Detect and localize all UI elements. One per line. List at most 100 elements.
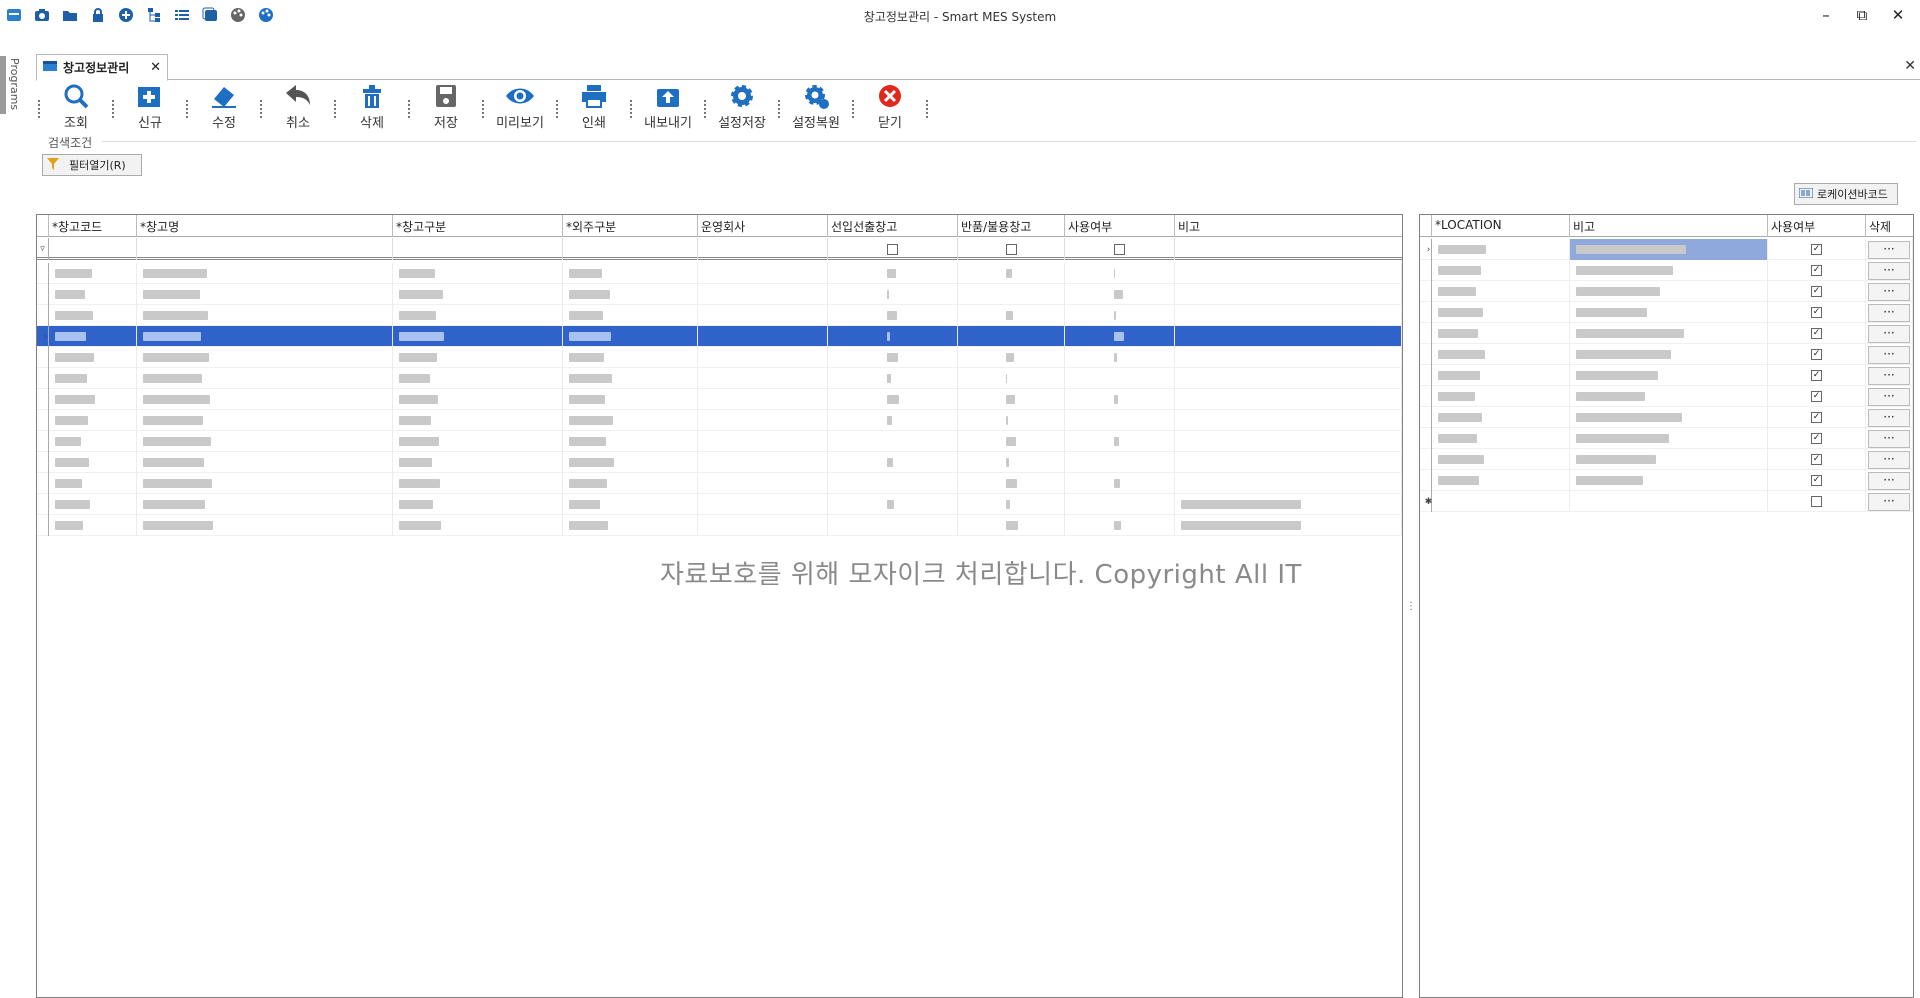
table-cell[interactable]	[137, 452, 393, 473]
filter-cell[interactable]	[698, 238, 828, 260]
table-cell[interactable]: ✓	[1768, 344, 1866, 365]
table-cell[interactable]	[1570, 407, 1768, 428]
table-cell[interactable]	[828, 431, 958, 452]
table-row[interactable]: › ✓ ···	[1420, 239, 1913, 260]
use-checkbox[interactable]: ✓	[1811, 391, 1822, 402]
table-cell[interactable]	[828, 452, 958, 473]
table-cell[interactable]: ···	[1866, 491, 1913, 512]
close-button[interactable]: ✕	[1886, 5, 1910, 25]
save-button[interactable]: 저장	[424, 82, 468, 131]
table-cell[interactable]	[563, 263, 698, 284]
column-header[interactable]: *LOCATION	[1432, 215, 1570, 237]
table-cell[interactable]: ✓	[1768, 365, 1866, 386]
table-cell[interactable]: ···	[1866, 302, 1913, 323]
table-cell[interactable]	[1065, 494, 1175, 515]
use-checkbox[interactable]: ✓	[1811, 412, 1822, 423]
table-cell[interactable]: ✓	[1768, 281, 1866, 302]
table-cell[interactable]	[1065, 389, 1175, 410]
table-cell[interactable]	[1570, 323, 1768, 344]
table-cell[interactable]	[393, 284, 563, 305]
table-cell[interactable]	[698, 494, 828, 515]
table-cell[interactable]	[828, 410, 958, 431]
table-cell[interactable]: ✓	[1768, 470, 1866, 491]
table-cell[interactable]: ···	[1866, 365, 1913, 386]
print-button[interactable]: 인쇄	[572, 82, 616, 131]
table-cell[interactable]	[563, 389, 698, 410]
table-cell[interactable]	[828, 515, 958, 536]
table-cell[interactable]	[1432, 365, 1570, 386]
table-row[interactable]	[37, 284, 1402, 305]
table-cell[interactable]	[828, 494, 958, 515]
table-cell[interactable]	[563, 284, 698, 305]
table-cell[interactable]	[393, 263, 563, 284]
table-cell[interactable]	[137, 431, 393, 452]
table-cell[interactable]	[698, 347, 828, 368]
table-cell[interactable]	[393, 368, 563, 389]
table-cell[interactable]	[1175, 431, 1402, 452]
restore-button[interactable]: ⧉	[1850, 5, 1874, 25]
table-cell[interactable]	[1432, 302, 1570, 323]
use-checkbox[interactable]: ✓	[1811, 349, 1822, 360]
table-cell[interactable]	[1432, 323, 1570, 344]
table-cell[interactable]: ···	[1866, 449, 1913, 470]
table-cell[interactable]	[49, 431, 137, 452]
table-cell[interactable]	[1432, 386, 1570, 407]
table-cell[interactable]	[393, 431, 563, 452]
table-cell[interactable]	[1065, 410, 1175, 431]
table-cell[interactable]	[49, 452, 137, 473]
table-cell[interactable]	[49, 389, 137, 410]
column-header[interactable]: 운영회사	[698, 215, 828, 237]
table-cell[interactable]	[563, 410, 698, 431]
table-cell[interactable]	[393, 410, 563, 431]
cancel-button[interactable]: 취소	[276, 82, 320, 131]
use-checkbox[interactable]: ✓	[1811, 475, 1822, 486]
table-cell[interactable]	[563, 452, 698, 473]
table-cell[interactable]: ···	[1866, 239, 1913, 260]
table-cell[interactable]	[1432, 470, 1570, 491]
table-cell[interactable]	[137, 410, 393, 431]
filter-cell[interactable]	[958, 238, 1065, 260]
filter-cell[interactable]	[828, 238, 958, 260]
table-row[interactable]	[37, 494, 1402, 515]
use-checkbox[interactable]: ✓	[1811, 433, 1822, 444]
use-checkbox[interactable]	[1811, 496, 1822, 507]
column-header[interactable]: *외주구분	[563, 215, 698, 237]
table-cell[interactable]	[1065, 515, 1175, 536]
table-cell[interactable]	[1570, 428, 1768, 449]
column-header[interactable]: 사용여부	[1768, 215, 1866, 237]
table-cell[interactable]	[393, 452, 563, 473]
table-cell[interactable]	[1065, 473, 1175, 494]
export-button[interactable]: 내보내기	[644, 82, 692, 131]
save-settings-button[interactable]: 설정저장	[718, 82, 766, 131]
table-cell[interactable]	[137, 515, 393, 536]
table-row[interactable]	[37, 410, 1402, 431]
table-row[interactable]: ✓ ···	[1420, 323, 1913, 344]
table-cell[interactable]	[958, 431, 1065, 452]
table-row[interactable]: ›	[37, 326, 1402, 347]
table-cell[interactable]	[698, 431, 828, 452]
edit-button[interactable]: 수정	[202, 82, 246, 131]
table-cell[interactable]	[698, 326, 828, 347]
table-cell[interactable]	[137, 305, 393, 326]
table-row[interactable]: ✓ ···	[1420, 470, 1913, 491]
table-cell[interactable]	[1175, 326, 1402, 347]
table-cell[interactable]	[393, 347, 563, 368]
table-cell[interactable]: ···	[1866, 260, 1913, 281]
table-cell[interactable]	[1570, 449, 1768, 470]
filter-cell[interactable]	[1065, 238, 1175, 260]
grid-splitter[interactable]: ⋮	[1405, 214, 1417, 998]
table-row[interactable]: ✓ ···	[1420, 386, 1913, 407]
preview-button[interactable]: 미리보기	[496, 82, 544, 131]
restore-settings-button[interactable]: 설정복원	[792, 82, 840, 131]
table-cell[interactable]	[698, 473, 828, 494]
tab-warehouse-info[interactable]: 창고정보관리 ✕	[36, 54, 168, 81]
table-cell[interactable]: ✓	[1768, 386, 1866, 407]
minimize-button[interactable]: –	[1814, 5, 1838, 25]
delete-row-button[interactable]: ···	[1868, 324, 1910, 343]
search-button[interactable]: 조회	[54, 82, 98, 131]
table-cell[interactable]	[1065, 284, 1175, 305]
use-checkbox[interactable]: ✓	[1811, 370, 1822, 381]
table-cell[interactable]	[698, 284, 828, 305]
delete-row-button[interactable]: ···	[1868, 282, 1910, 301]
table-cell[interactable]	[49, 368, 137, 389]
